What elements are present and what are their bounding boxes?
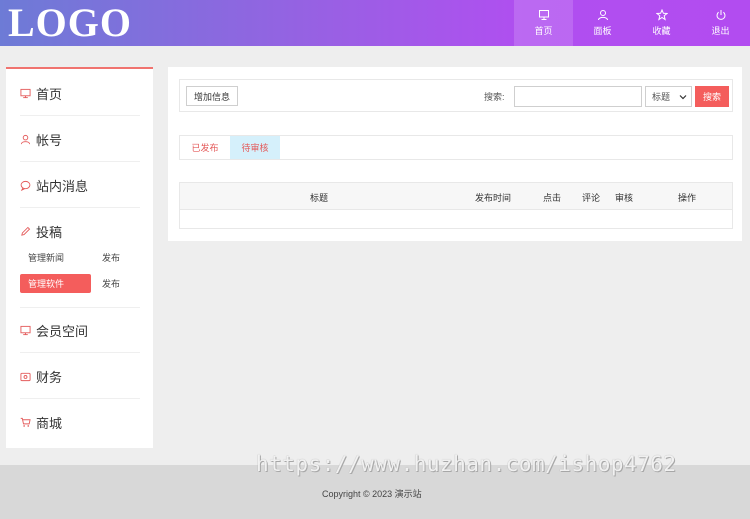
monitor-icon — [20, 88, 31, 98]
search-field-select[interactable]: 标题 — [645, 86, 692, 107]
power-icon — [716, 10, 725, 20]
sidebar-item-label: 商城 — [36, 416, 63, 431]
content-table: 标题 发布时间 点击 评论 审核 操作 — [179, 182, 733, 229]
wallet-icon — [20, 372, 31, 381]
sidebar-item-finance[interactable]: 财务 — [20, 354, 140, 399]
nav-logout-label: 退出 — [711, 26, 730, 36]
sidebar-item-home[interactable]: 首页 — [20, 71, 140, 116]
search-button[interactable]: 搜索 — [695, 86, 729, 107]
manage-software-link[interactable]: 管理软件 — [20, 274, 91, 293]
nav-panel-label: 面板 — [593, 26, 612, 36]
table-header: 标题 发布时间 点击 评论 审核 操作 — [180, 183, 732, 210]
sub-row-news: 管理新闻 发布 — [20, 248, 145, 267]
logo[interactable]: LOGO — [8, 2, 132, 44]
copyright-text: Copyright © 2023 演示站 — [322, 489, 422, 499]
sidebar-item-shop[interactable]: 商城 — [20, 400, 140, 445]
sidebar-item-label: 站内消息 — [36, 178, 89, 194]
manage-news-link[interactable]: 管理新闻 — [20, 248, 91, 267]
message-icon — [20, 180, 31, 191]
monitor-icon — [20, 325, 31, 335]
main-panel: 增加信息 搜索: 标题 搜索 已发布 待审核 标题 发布时间 点击 评论 审核 … — [168, 67, 742, 241]
toolbar: 增加信息 搜索: 标题 搜索 — [179, 79, 733, 112]
sidebar-item-label: 首页 — [36, 86, 63, 102]
publish-software-link[interactable]: 发布 — [102, 277, 120, 290]
star-icon — [655, 9, 668, 21]
nav-panel[interactable]: 面板 — [573, 0, 632, 46]
add-info-button[interactable]: 增加信息 — [186, 86, 238, 106]
sub-row-software: 管理软件 发布 — [20, 274, 145, 293]
sidebar: 首页 帐号 站内消息 投稿 管理新闻 发布 管理软件 发布 会员空间 财务 商城 — [6, 67, 153, 448]
header-bar: LOGO 首页 面板 收藏 退出 — [0, 0, 750, 46]
sidebar-item-label: 会员空间 — [36, 323, 89, 339]
select-value: 标题 — [652, 92, 671, 102]
col-comments: 评论 — [582, 193, 601, 203]
tab-pending[interactable]: 待审核 — [230, 136, 280, 159]
top-nav: 首页 面板 收藏 退出 — [514, 0, 750, 46]
col-title: 标题 — [310, 193, 329, 203]
sidebar-item-label: 投稿 — [36, 225, 63, 240]
user-icon — [20, 134, 31, 144]
nav-home[interactable]: 首页 — [514, 0, 573, 46]
nav-logout[interactable]: 退出 — [691, 0, 750, 46]
col-publish-time: 发布时间 — [475, 193, 512, 203]
nav-favorites-label: 收藏 — [652, 26, 671, 36]
sidebar-item-member-space[interactable]: 会员空间 — [20, 308, 140, 353]
nav-favorites[interactable]: 收藏 — [632, 0, 691, 46]
status-tabs: 已发布 待审核 — [179, 135, 733, 160]
search-input[interactable] — [514, 86, 642, 107]
user-icon — [597, 10, 608, 21]
search-label: 搜索: — [484, 92, 505, 102]
sidebar-item-label: 帐号 — [36, 132, 63, 148]
chevron-down-icon — [679, 95, 687, 100]
publish-news-link[interactable]: 发布 — [102, 251, 120, 264]
col-review: 审核 — [615, 193, 634, 203]
sidebar-item-messages[interactable]: 站内消息 — [20, 163, 140, 208]
nav-home-label: 首页 — [534, 26, 553, 36]
col-clicks: 点击 — [543, 193, 562, 203]
cart-icon — [20, 417, 31, 427]
col-actions: 操作 — [678, 193, 697, 203]
pencil-icon — [21, 226, 31, 236]
sidebar-item-account[interactable]: 帐号 — [20, 117, 140, 162]
sidebar-item-label: 财务 — [36, 369, 63, 385]
watermark: https://www.huzhan.com/ishop4762 — [256, 452, 677, 476]
tab-published[interactable]: 已发布 — [180, 136, 230, 159]
monitor-icon — [538, 10, 549, 20]
